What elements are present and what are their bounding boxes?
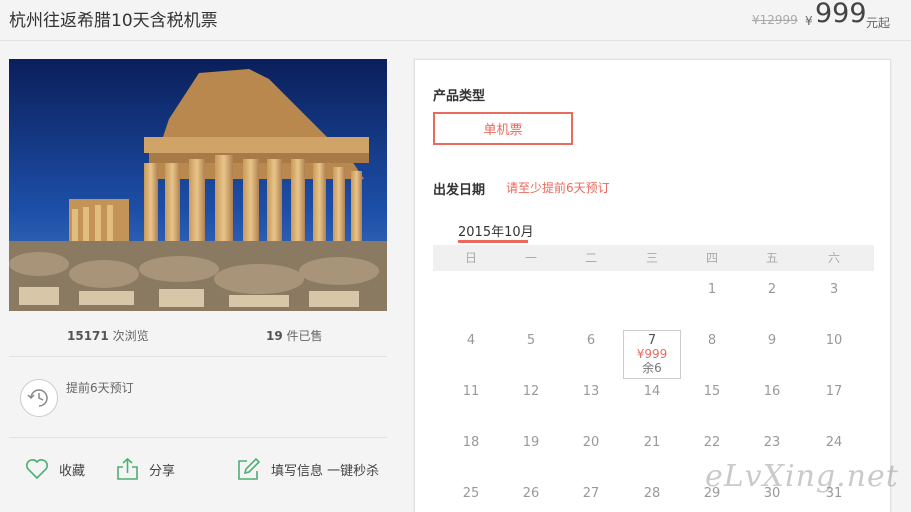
calendar-day[interactable]: 13 — [561, 384, 621, 399]
weekday-header: 日 一 二 三 四 五 六 — [433, 245, 874, 271]
edit-icon — [238, 457, 261, 480]
favorite-label: 收藏 — [59, 463, 86, 479]
fill-info-button[interactable]: 填写信息 一键秒杀 — [237, 455, 379, 483]
calendar-day[interactable]: 8 — [682, 333, 742, 348]
currency-symbol: ¥ — [805, 14, 813, 28]
product-type-label: 产品类型 — [433, 89, 486, 104]
calendar-day[interactable]: 28 — [622, 486, 682, 501]
clock-icon — [20, 379, 58, 417]
original-price: ¥12999 — [752, 13, 798, 27]
calendar-day[interactable]: 18 — [441, 435, 501, 450]
selected-day-number: 7 — [647, 333, 657, 348]
calendar-day[interactable]: 14 — [622, 384, 682, 399]
watermark: eLvXing.net — [705, 459, 899, 494]
sold-label: 件已售 — [286, 329, 323, 343]
sold-count: 19 — [266, 329, 283, 343]
calendar-day[interactable]: 16 — [742, 384, 802, 399]
calendar-day[interactable]: 4 — [441, 333, 501, 348]
calendar-day[interactable]: 6 — [561, 333, 621, 348]
calendar-day[interactable]: 12 — [501, 384, 561, 399]
page-title: 杭州往返希腊10天含税机票 — [9, 11, 218, 31]
calendar-day[interactable]: 9 — [742, 333, 802, 348]
weekday-tue: 二 — [584, 251, 597, 265]
calendar-day[interactable]: 22 — [682, 435, 742, 450]
calendar-day[interactable]: 3 — [804, 282, 864, 297]
calendar-day[interactable]: 15 — [682, 384, 742, 399]
divider — [9, 437, 387, 438]
weekday-wed: 三 — [645, 251, 658, 265]
selected-day-price: ¥999 — [636, 347, 668, 361]
weekday-sun: 日 — [464, 251, 477, 265]
share-button[interactable]: 分享 — [116, 455, 175, 483]
weekday-sat: 六 — [827, 251, 840, 265]
product-type-option-single-ticket[interactable]: 单机票 — [433, 112, 573, 145]
advance-booking-note: 提前6天预订 — [66, 381, 134, 395]
share-icon — [117, 457, 138, 480]
divider — [9, 356, 387, 357]
selected-day-remaining: 余6 — [642, 361, 662, 375]
departure-note: 请至少提前6天预订 — [506, 181, 610, 195]
product-photo — [9, 59, 387, 311]
calendar-day[interactable]: 17 — [804, 384, 864, 399]
calendar-day[interactable]: 21 — [622, 435, 682, 450]
calendar-day[interactable]: 5 — [501, 333, 561, 348]
calendar-month-tab[interactable]: 2015年10月 — [458, 221, 534, 240]
calendar-day[interactable]: 2 — [742, 282, 802, 297]
price-unit: 元起 — [866, 16, 891, 30]
share-label: 分享 — [149, 463, 176, 479]
calendar-day[interactable]: 27 — [561, 486, 621, 501]
calendar-day-selected[interactable]: 7 ¥999 余6 — [623, 330, 681, 379]
heart-icon — [26, 459, 48, 480]
calendar-day[interactable]: 19 — [501, 435, 561, 450]
views-count: 15171 — [67, 329, 109, 343]
favorite-button[interactable]: 收藏 — [25, 455, 85, 483]
weekday-fri: 五 — [765, 251, 778, 265]
weekday-thu: 四 — [705, 251, 718, 265]
fill-info-label: 填写信息 一键秒杀 — [271, 463, 380, 479]
calendar-day[interactable]: 10 — [804, 333, 864, 348]
calendar-day[interactable]: 1 — [682, 282, 742, 297]
calendar-day[interactable]: 20 — [561, 435, 621, 450]
calendar-day[interactable]: 24 — [804, 435, 864, 450]
header-bar: 杭州往返希腊10天含税机票 ¥12999 ¥ 999 元起 — [0, 0, 911, 41]
sold-stat: 19 件已售 — [266, 327, 323, 344]
views-stat: 15171 次浏览 — [67, 327, 149, 344]
month-underline — [458, 240, 528, 243]
booking-panel: 产品类型 单机票 出发日期 请至少提前6天预订 2015年10月 日 一 二 三… — [414, 59, 891, 512]
current-price: 999 — [815, 0, 867, 29]
calendar-day[interactable]: 11 — [441, 384, 501, 399]
calendar-day[interactable]: 25 — [441, 486, 501, 501]
departure-date-label: 出发日期 — [433, 183, 486, 198]
weekday-mon: 一 — [524, 251, 537, 265]
views-label: 次浏览 — [112, 329, 149, 343]
calendar-day[interactable]: 23 — [742, 435, 802, 450]
calendar-day[interactable]: 26 — [501, 486, 561, 501]
